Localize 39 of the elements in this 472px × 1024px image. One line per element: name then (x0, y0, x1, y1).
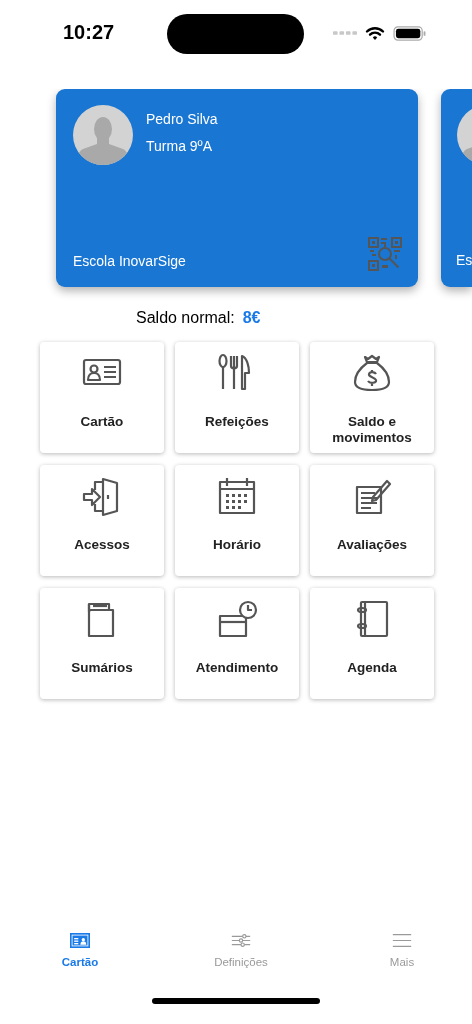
tile-label: Horário (212, 537, 262, 553)
menu-tile[interactable]: Saldo e movimentos (310, 342, 434, 453)
qr-code-icon (368, 237, 402, 271)
menu-tile[interactable]: Refeições (175, 342, 299, 453)
school-name: Escola InovarSige (73, 253, 186, 271)
menu-tile[interactable]: Atendimento (175, 588, 299, 699)
tile-label: Cartão (79, 414, 125, 430)
student-card[interactable]: Pedro Silva Turma 9ºA Escola InovarSige (56, 89, 418, 287)
wifi-icon (365, 25, 385, 41)
money-bag-icon (351, 352, 393, 394)
balance-label: Saldo normal: (136, 309, 235, 327)
tile-label: Atendimento (194, 660, 280, 676)
balance-value: 8€ (242, 309, 261, 327)
student-card[interactable]: Es (441, 89, 472, 287)
menu-icon (392, 932, 412, 949)
clock: 10:27 (63, 20, 116, 44)
id-card-icon (70, 932, 90, 949)
menu-tile[interactable]: Horário (175, 465, 299, 576)
tile-label: Acessos (73, 537, 131, 553)
folder-clock-icon (216, 598, 258, 640)
battery-icon (393, 25, 427, 41)
signal-icon (333, 30, 357, 36)
tile-label: Sumários (70, 660, 134, 676)
menu-tile[interactable]: Cartão (40, 342, 164, 453)
tile-label: Refeições (204, 414, 270, 430)
school-name: Es (456, 252, 472, 270)
tile-label: Avaliações (335, 537, 408, 553)
sliders-icon (231, 932, 251, 949)
menu-tile[interactable]: Avaliações (310, 465, 434, 576)
menu-tile[interactable]: Acessos (40, 465, 164, 576)
calendar-icon (216, 475, 258, 517)
student-class: Turma 9ºA (146, 138, 214, 154)
tab-bar-item[interactable]: Cartão (50, 932, 110, 980)
menu-tile[interactable]: Sumários (40, 588, 164, 699)
student-name: Pedro Silva (146, 111, 218, 127)
menu-tile[interactable]: Agenda (310, 588, 434, 699)
tile-label: Saldo e movimentos (331, 414, 413, 446)
avatar (73, 105, 133, 165)
tile-label: Agenda (346, 660, 398, 676)
